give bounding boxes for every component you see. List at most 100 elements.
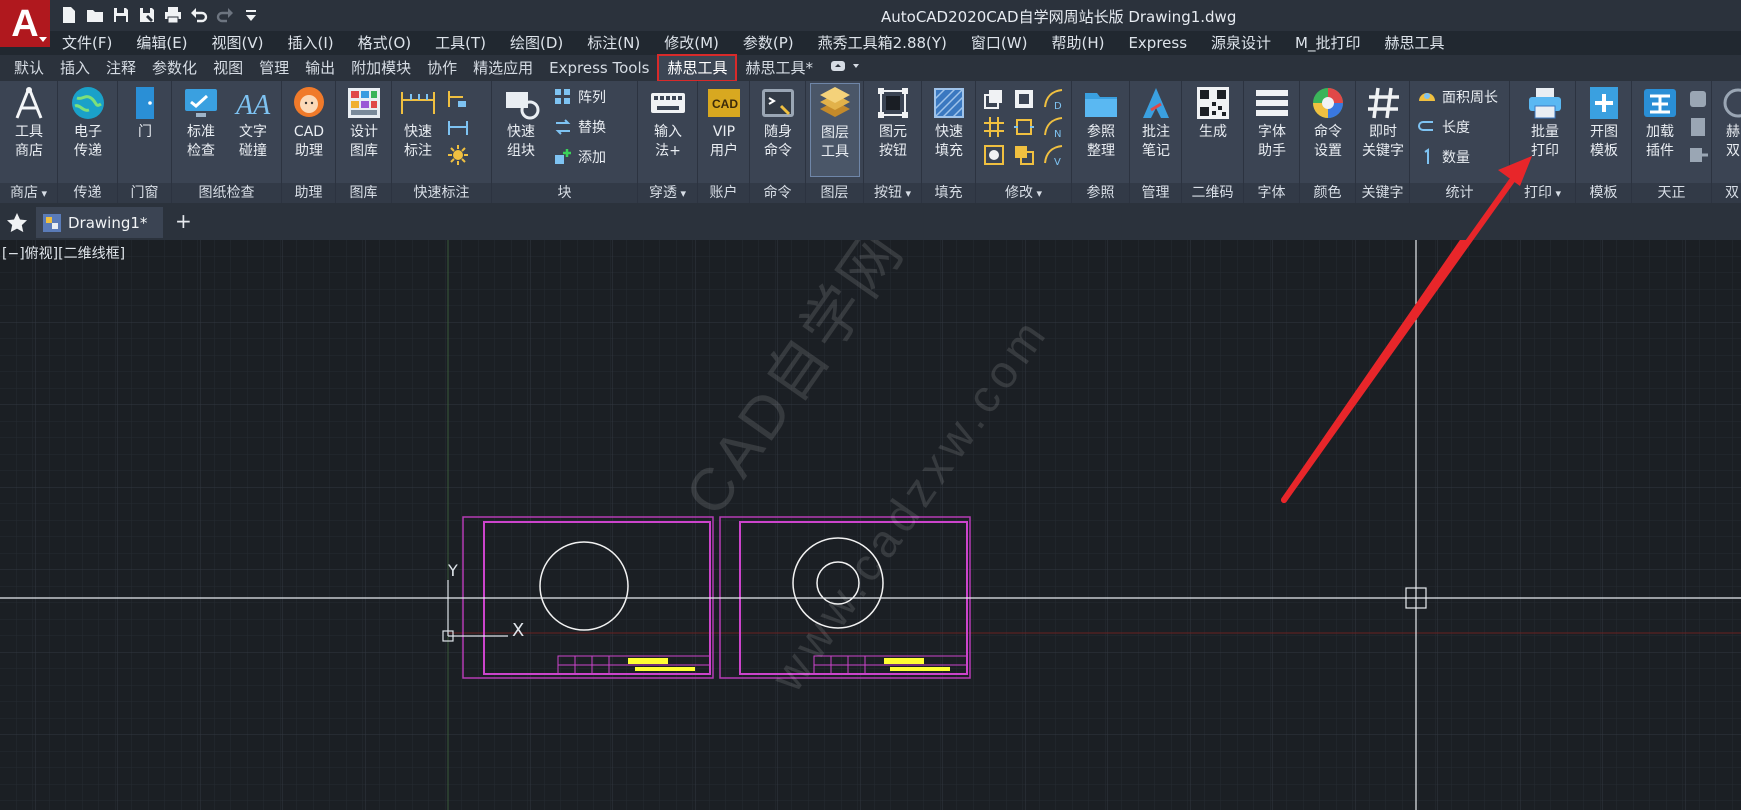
panel-label[interactable]: 按钮 bbox=[864, 183, 921, 203]
menu-help[interactable]: 帮助(H) bbox=[1039, 31, 1116, 55]
tab-drawing1[interactable]: Drawing1* bbox=[36, 207, 163, 238]
quick-group-button[interactable]: 快速 组块 bbox=[496, 83, 546, 177]
plugin-small-icon[interactable] bbox=[1686, 87, 1710, 111]
tab-manage[interactable]: 管理 bbox=[251, 56, 297, 80]
menu-format[interactable]: 格式(O) bbox=[346, 31, 424, 55]
copy-rect-icon[interactable] bbox=[982, 87, 1006, 111]
reference-sort-button[interactable]: 参照 整理 bbox=[1076, 83, 1126, 177]
new-icon[interactable] bbox=[58, 3, 80, 27]
menu-express[interactable]: Express bbox=[1116, 31, 1199, 55]
instant-keyword-button[interactable]: 即时 关键字 bbox=[1358, 83, 1408, 177]
layer-tool-button[interactable]: 图层 工具 bbox=[810, 83, 860, 177]
text-collision-button[interactable]: AA 文字 碰撞 bbox=[228, 83, 278, 177]
menu-window[interactable]: 窗口(W) bbox=[959, 31, 1040, 55]
arc-n-icon[interactable]: N bbox=[1042, 115, 1066, 140]
standard-check-button[interactable]: 标准 检查 bbox=[176, 83, 226, 177]
tab-featured-apps[interactable]: 精选应用 bbox=[465, 56, 541, 80]
panel-button: 图元 按钮 按钮 bbox=[864, 81, 922, 203]
batch-print-button[interactable]: 批量 打印 bbox=[1518, 83, 1572, 177]
add-button[interactable]: 添加 bbox=[552, 143, 606, 171]
dim-continue-icon[interactable] bbox=[446, 115, 470, 139]
command-settings-button[interactable]: 命令 设置 bbox=[1304, 83, 1352, 177]
load-plugin-button[interactable]: 加载 插件 bbox=[1634, 83, 1686, 177]
viewport-label[interactable]: [−]俯视][二维线框] bbox=[2, 243, 125, 263]
circle-in-square-icon[interactable] bbox=[982, 143, 1006, 167]
menu-tools[interactable]: 工具(T) bbox=[423, 31, 498, 55]
menu-batch-plot[interactable]: M_批打印 bbox=[1283, 31, 1372, 55]
tool-shop-button[interactable]: 工具 商店 bbox=[4, 83, 54, 177]
vip-user-button[interactable]: CAD VIP 用户 bbox=[700, 83, 748, 177]
menu-dimension[interactable]: 标注(N) bbox=[575, 31, 652, 55]
new-tab-button[interactable]: + bbox=[175, 209, 192, 233]
menu-modify[interactable]: 修改(M) bbox=[652, 31, 731, 55]
tab-view[interactable]: 视图 bbox=[205, 56, 251, 80]
tab-hesi-tools[interactable]: 赫思工具 bbox=[657, 54, 738, 82]
redo-icon[interactable] bbox=[214, 3, 236, 27]
count-button[interactable]: 数量 bbox=[1416, 143, 1470, 171]
menu-yanxiu[interactable]: 燕秀工具箱2.88(Y) bbox=[806, 31, 959, 55]
tab-insert[interactable]: 插入 bbox=[52, 56, 98, 80]
menu-view[interactable]: 视图(V) bbox=[200, 31, 276, 55]
array-button[interactable]: 阵列 bbox=[552, 83, 606, 111]
length-button[interactable]: 长度 bbox=[1416, 113, 1470, 141]
menu-yuanquan[interactable]: 源泉设计 bbox=[1199, 31, 1283, 55]
tab-addins[interactable]: 附加模块 bbox=[343, 56, 419, 80]
drawing-canvas[interactable]: Y X CAD自学网 www.cadzxw.com [−]俯视][二维线框] bbox=[0, 240, 1741, 810]
replace-button[interactable]: 替换 bbox=[552, 113, 606, 141]
plugin-export-icon[interactable] bbox=[1686, 143, 1710, 167]
menu-hesi[interactable]: 赫思工具 bbox=[1373, 31, 1457, 55]
door-button[interactable]: 门 bbox=[124, 83, 166, 177]
open-icon[interactable] bbox=[84, 3, 106, 27]
tab-annotate[interactable]: 注释 bbox=[98, 56, 144, 80]
area-perimeter-button[interactable]: 面积周长 bbox=[1416, 83, 1498, 111]
customize-icon[interactable] bbox=[240, 3, 262, 27]
menu-file[interactable]: 文件(F) bbox=[50, 31, 124, 55]
quick-dim-button[interactable]: 快速 标注 bbox=[394, 83, 442, 177]
element-button[interactable]: 图元 按钮 bbox=[868, 83, 918, 177]
menu-bar: 文件(F) 编辑(E) 视图(V) 插入(I) 格式(O) 工具(T) 绘图(D… bbox=[50, 31, 1457, 55]
star-icon[interactable] bbox=[6, 212, 28, 233]
panel-label[interactable]: 打印 bbox=[1510, 183, 1575, 203]
font-helper-button[interactable]: 字体 助手 bbox=[1248, 83, 1296, 177]
tab-default[interactable]: 默认 bbox=[6, 56, 52, 80]
tab-parametric[interactable]: 参数化 bbox=[144, 56, 205, 80]
arc-v-icon[interactable]: V bbox=[1042, 143, 1066, 168]
arc-d-icon[interactable]: D bbox=[1042, 87, 1066, 112]
follow-command-button[interactable]: 随身 命令 bbox=[754, 83, 802, 177]
door-icon bbox=[125, 83, 165, 123]
frame-icon[interactable] bbox=[1012, 87, 1036, 111]
double-partial-button[interactable]: 赫 双 bbox=[1714, 83, 1741, 177]
e-transfer-button[interactable]: 电子 传递 bbox=[63, 83, 113, 177]
saveas-icon[interactable] bbox=[136, 3, 158, 27]
dim-align-icon[interactable] bbox=[446, 87, 470, 111]
resize-icon[interactable] bbox=[1012, 115, 1036, 139]
open-template-button[interactable]: 开图 模板 bbox=[1580, 83, 1628, 177]
panel-label[interactable]: 穿透 bbox=[638, 183, 697, 203]
sun-icon[interactable] bbox=[446, 143, 470, 167]
svg-text:D: D bbox=[1054, 101, 1062, 111]
generate-qrcode-button[interactable]: 生成 bbox=[1188, 83, 1238, 177]
ribbon-minimize-toggle[interactable] bbox=[821, 56, 871, 80]
tab-express-tools[interactable]: Express Tools bbox=[541, 56, 657, 80]
menu-draw[interactable]: 绘图(D) bbox=[498, 31, 575, 55]
menu-insert[interactable]: 插入(I) bbox=[276, 31, 346, 55]
undo-icon[interactable] bbox=[188, 3, 210, 27]
note-mark-button[interactable]: 批注 笔记 bbox=[1132, 83, 1180, 177]
panel-label[interactable]: 商店 bbox=[0, 183, 57, 203]
save-icon[interactable] bbox=[110, 3, 132, 27]
tab-collaborate[interactable]: 协作 bbox=[419, 56, 465, 80]
application-menu-button[interactable]: A bbox=[0, 0, 50, 47]
quick-fill-button[interactable]: 快速 填充 bbox=[924, 83, 974, 177]
panel-label[interactable]: 修改 bbox=[976, 183, 1071, 203]
stack-squares-icon[interactable] bbox=[1012, 143, 1036, 167]
tab-hesi-tools-star[interactable]: 赫思工具* bbox=[737, 56, 821, 80]
tab-output[interactable]: 输出 bbox=[297, 56, 343, 80]
menu-parametric[interactable]: 参数(P) bbox=[731, 31, 806, 55]
ime-plus-button[interactable]: 输入 法+ bbox=[642, 83, 694, 177]
design-library-button[interactable]: 设计 图库 bbox=[340, 83, 388, 177]
cad-helper-button[interactable]: CAD 助理 bbox=[286, 83, 332, 177]
grid-hash-icon[interactable] bbox=[982, 115, 1006, 139]
menu-edit[interactable]: 编辑(E) bbox=[124, 31, 199, 55]
plot-icon[interactable] bbox=[162, 3, 184, 27]
plugin-doc-icon[interactable] bbox=[1686, 115, 1710, 139]
